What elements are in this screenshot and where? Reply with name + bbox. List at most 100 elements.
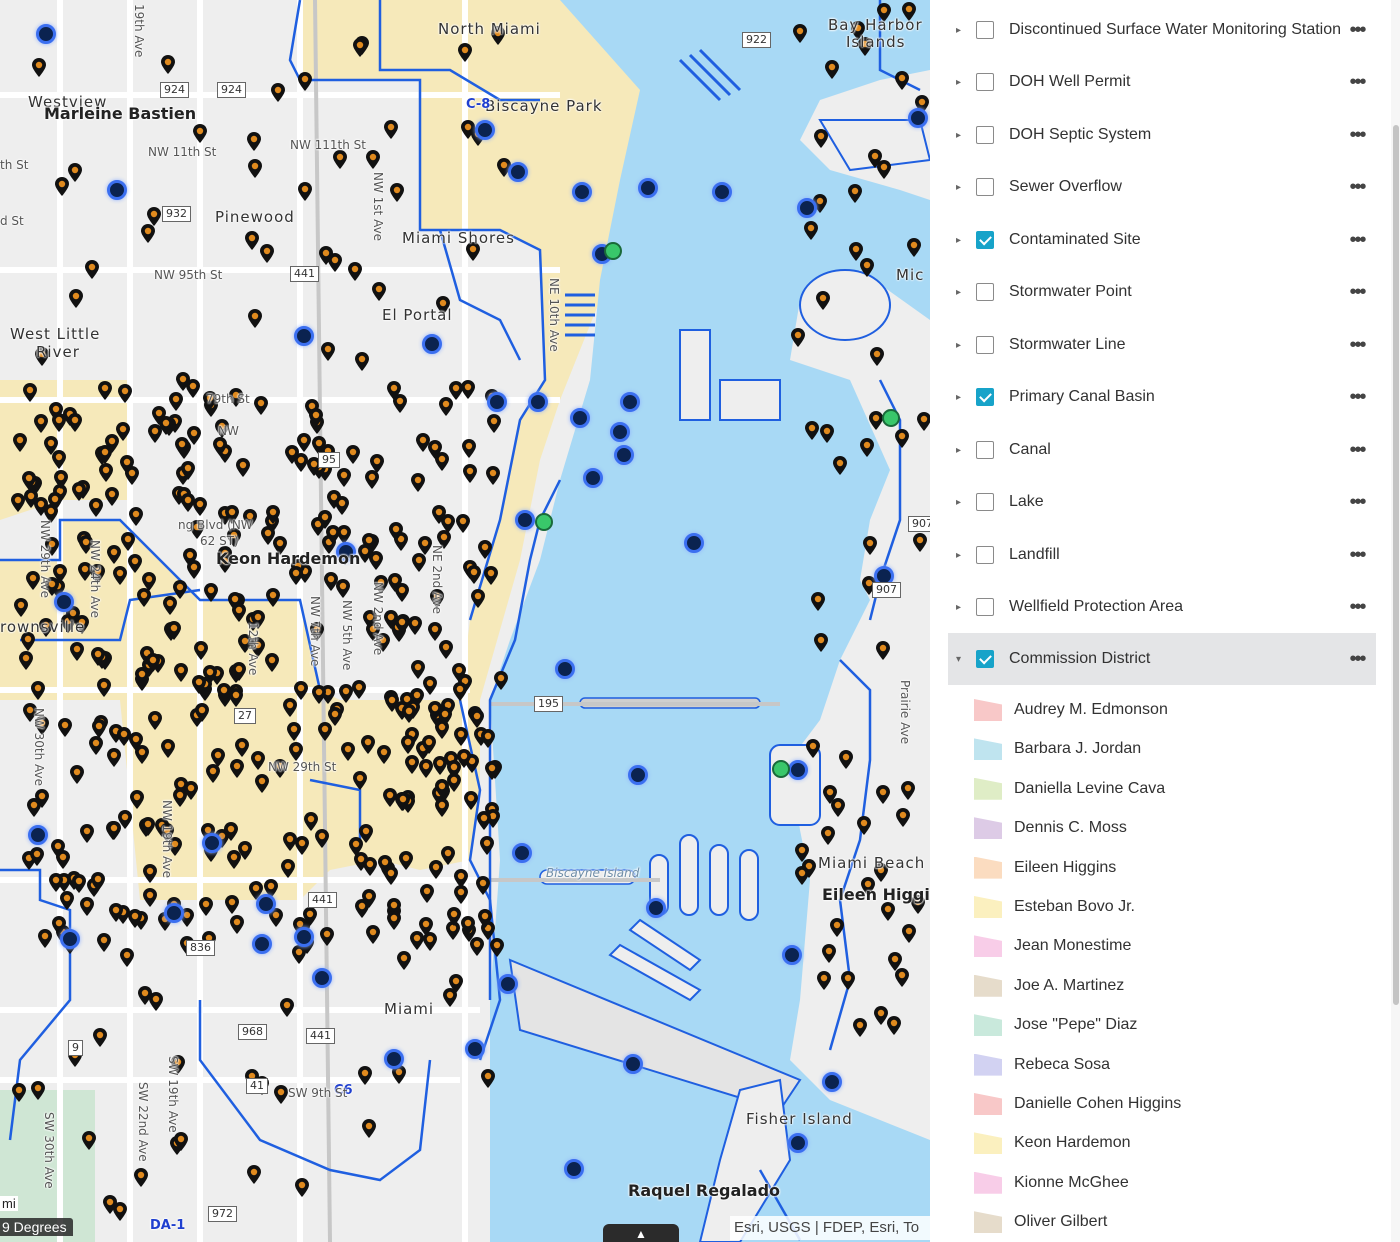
monitoring-station-icon[interactable]: [336, 542, 356, 562]
contaminated-site-pin-icon[interactable]: [365, 925, 381, 950]
contaminated-site-pin-icon[interactable]: [265, 588, 281, 613]
contaminated-site-pin-icon[interactable]: [90, 564, 106, 589]
more-options-icon[interactable]: •••: [1342, 648, 1372, 671]
contaminated-site-pin-icon[interactable]: [803, 221, 819, 246]
contaminated-site-pin-icon[interactable]: [411, 553, 427, 578]
contaminated-site-pin-icon[interactable]: [30, 1081, 46, 1106]
contaminated-site-pin-icon[interactable]: [410, 473, 426, 498]
monitoring-station-icon[interactable]: [623, 1054, 643, 1074]
contaminated-site-pin-icon[interactable]: [224, 895, 240, 920]
monitoring-station-icon[interactable]: [36, 24, 56, 44]
contaminated-site-pin-icon[interactable]: [146, 207, 162, 232]
layer-row[interactable]: ▸ Sewer Overflow •••: [948, 161, 1376, 213]
contaminated-site-pin-icon[interactable]: [484, 761, 500, 786]
contaminated-site-pin-icon[interactable]: [382, 788, 398, 813]
contaminated-site-pin-icon[interactable]: [160, 739, 176, 764]
contaminated-site-pin-icon[interactable]: [90, 647, 106, 672]
contaminated-site-pin-icon[interactable]: [860, 877, 876, 902]
contaminated-site-pin-icon[interactable]: [231, 603, 247, 628]
monitoring-station-icon[interactable]: [498, 974, 518, 994]
contaminated-site-pin-icon[interactable]: [856, 816, 872, 841]
contaminated-site-pin-icon[interactable]: [398, 851, 414, 876]
monitoring-station-icon[interactable]: [908, 108, 928, 128]
contaminated-site-pin-icon[interactable]: [79, 824, 95, 849]
contaminated-site-pin-icon[interactable]: [229, 759, 245, 784]
contaminated-site-pin-icon[interactable]: [142, 864, 158, 889]
green-station-icon[interactable]: [772, 760, 790, 778]
monitoring-station-icon[interactable]: [628, 765, 648, 785]
monitoring-station-icon[interactable]: [107, 180, 127, 200]
contaminated-site-pin-icon[interactable]: [389, 183, 405, 208]
contaminated-site-pin-icon[interactable]: [112, 566, 128, 591]
contaminated-site-pin-icon[interactable]: [160, 55, 176, 80]
contaminated-site-pin-icon[interactable]: [182, 548, 198, 573]
monitoring-station-icon[interactable]: [797, 198, 817, 218]
contaminated-site-pin-icon[interactable]: [133, 1168, 149, 1193]
contaminated-site-pin-icon[interactable]: [311, 685, 327, 710]
contaminated-site-pin-icon[interactable]: [167, 837, 183, 862]
contaminated-site-pin-icon[interactable]: [250, 751, 266, 776]
contaminated-site-pin-icon[interactable]: [875, 785, 891, 810]
contaminated-site-pin-icon[interactable]: [840, 971, 856, 996]
contaminated-site-pin-icon[interactable]: [259, 244, 275, 269]
contaminated-site-pin-icon[interactable]: [400, 735, 416, 760]
contaminated-site-pin-icon[interactable]: [894, 429, 910, 454]
contaminated-site-pin-icon[interactable]: [180, 461, 196, 486]
contaminated-site-pin-icon[interactable]: [117, 384, 133, 409]
contaminated-site-pin-icon[interactable]: [264, 653, 280, 678]
layer-visibility-checkbox[interactable]: [976, 388, 994, 406]
contaminated-site-pin-icon[interactable]: [345, 445, 361, 470]
contaminated-site-pin-icon[interactable]: [81, 1131, 97, 1156]
contaminated-site-pin-icon[interactable]: [453, 869, 469, 894]
monitoring-station-icon[interactable]: [646, 898, 666, 918]
monitoring-station-icon[interactable]: [614, 445, 634, 465]
contaminated-site-pin-icon[interactable]: [203, 583, 219, 608]
contaminated-site-pin-icon[interactable]: [415, 433, 431, 458]
monitoring-station-icon[interactable]: [54, 592, 74, 612]
contaminated-site-pin-icon[interactable]: [88, 736, 104, 761]
caret-right-icon[interactable]: ▸: [956, 392, 970, 403]
contaminated-site-pin-icon[interactable]: [120, 532, 136, 557]
contaminated-site-pin-icon[interactable]: [875, 641, 891, 666]
more-options-icon[interactable]: •••: [1342, 124, 1372, 147]
contaminated-site-pin-icon[interactable]: [194, 703, 210, 728]
monitoring-station-icon[interactable]: [512, 843, 532, 863]
layer-visibility-checkbox[interactable]: [976, 21, 994, 39]
caret-right-icon[interactable]: ▸: [956, 602, 970, 613]
monitoring-station-icon[interactable]: [252, 934, 272, 954]
contaminated-site-pin-icon[interactable]: [51, 413, 67, 438]
contaminated-site-pin-icon[interactable]: [294, 1178, 310, 1203]
contaminated-site-pin-icon[interactable]: [260, 526, 276, 551]
caret-right-icon[interactable]: ▸: [956, 550, 970, 561]
contaminated-site-pin-icon[interactable]: [173, 663, 189, 688]
contaminated-site-pin-icon[interactable]: [428, 860, 444, 885]
contaminated-site-pin-icon[interactable]: [166, 621, 182, 646]
contaminated-site-pin-icon[interactable]: [217, 554, 233, 579]
contaminated-site-pin-icon[interactable]: [383, 866, 399, 891]
contaminated-site-pin-icon[interactable]: [352, 771, 368, 796]
contaminated-site-pin-icon[interactable]: [47, 492, 63, 517]
more-options-icon[interactable]: •••: [1342, 229, 1372, 252]
contaminated-site-pin-icon[interactable]: [900, 781, 916, 806]
monitoring-station-icon[interactable]: [788, 760, 808, 780]
monitoring-station-icon[interactable]: [256, 894, 276, 914]
layer-visibility-checkbox[interactable]: [976, 546, 994, 564]
layer-row[interactable]: ▸ Stormwater Point •••: [948, 266, 1376, 318]
contaminated-site-pin-icon[interactable]: [475, 876, 491, 901]
contaminated-site-pin-icon[interactable]: [912, 533, 928, 558]
contaminated-site-pin-icon[interactable]: [790, 328, 806, 353]
more-options-icon[interactable]: •••: [1342, 19, 1372, 42]
more-options-icon[interactable]: •••: [1342, 491, 1372, 514]
monitoring-station-icon[interactable]: [164, 903, 184, 923]
contaminated-site-pin-icon[interactable]: [54, 177, 70, 202]
contaminated-site-pin-icon[interactable]: [102, 1195, 118, 1220]
contaminated-site-pin-icon[interactable]: [69, 642, 85, 667]
contaminated-site-pin-icon[interactable]: [436, 530, 452, 555]
contaminated-site-pin-icon[interactable]: [282, 832, 298, 857]
contaminated-site-pin-icon[interactable]: [250, 638, 266, 663]
layer-row[interactable]: ▸ Primary Canal Basin •••: [948, 371, 1376, 423]
monitoring-station-icon[interactable]: [638, 178, 658, 198]
contaminated-site-pin-icon[interactable]: [485, 466, 501, 491]
contaminated-site-pin-icon[interactable]: [308, 408, 324, 433]
layer-visibility-checkbox[interactable]: [976, 598, 994, 616]
